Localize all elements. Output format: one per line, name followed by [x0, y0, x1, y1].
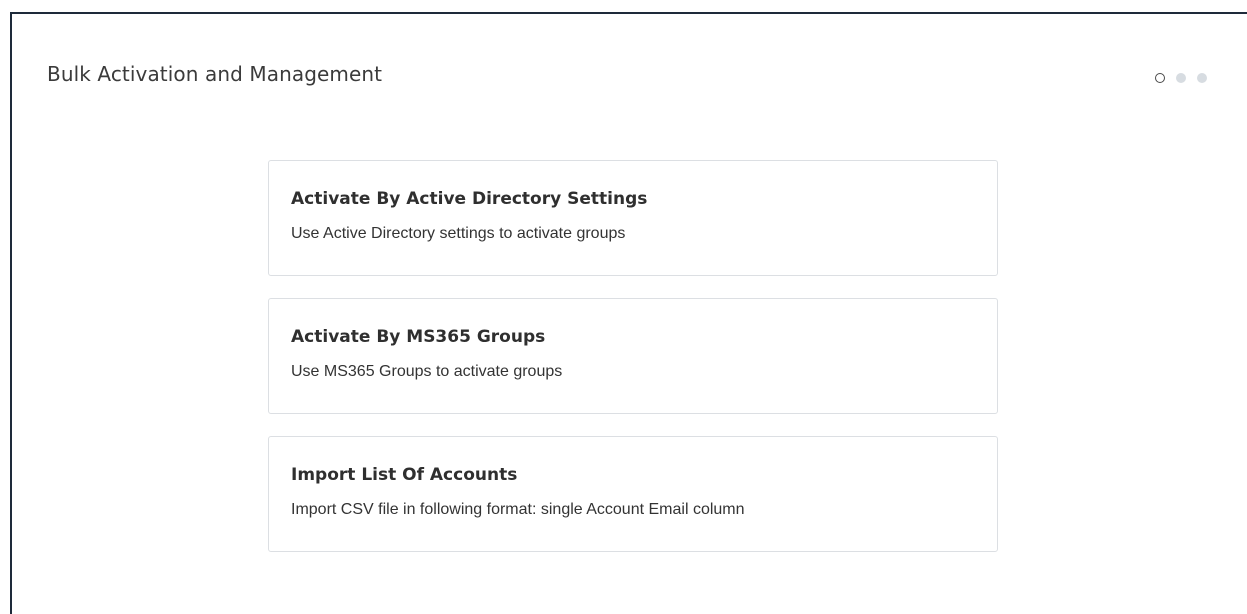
- option-description: Use Active Directory settings to activat…: [291, 225, 626, 242]
- dialog-title: Bulk Activation and Management: [47, 62, 383, 86]
- option-title: Activate By MS365 Groups: [291, 327, 546, 347]
- option-activate-by-ms365-groups[interactable]: Activate By MS365 Groups Use MS365 Group…: [268, 298, 998, 414]
- option-description: Use MS365 Groups to activate groups: [291, 363, 563, 380]
- step-dot-3: [1197, 73, 1207, 83]
- step-dot-2: [1176, 73, 1186, 83]
- option-title: Import List Of Accounts: [291, 465, 518, 485]
- option-activate-by-active-directory[interactable]: Activate By Active Directory Settings Us…: [268, 160, 998, 276]
- option-import-list-of-accounts[interactable]: Import List Of Accounts Import CSV file …: [268, 436, 998, 552]
- option-description: Import CSV file in following format: sin…: [291, 501, 745, 518]
- bulk-activation-dialog: Bulk Activation and Management Activate …: [10, 12, 1247, 614]
- option-title: Activate By Active Directory Settings: [291, 189, 648, 209]
- step-indicator: [1155, 71, 1207, 85]
- step-dot-1-current: [1155, 73, 1165, 83]
- activation-options-list: Activate By Active Directory Settings Us…: [268, 160, 998, 574]
